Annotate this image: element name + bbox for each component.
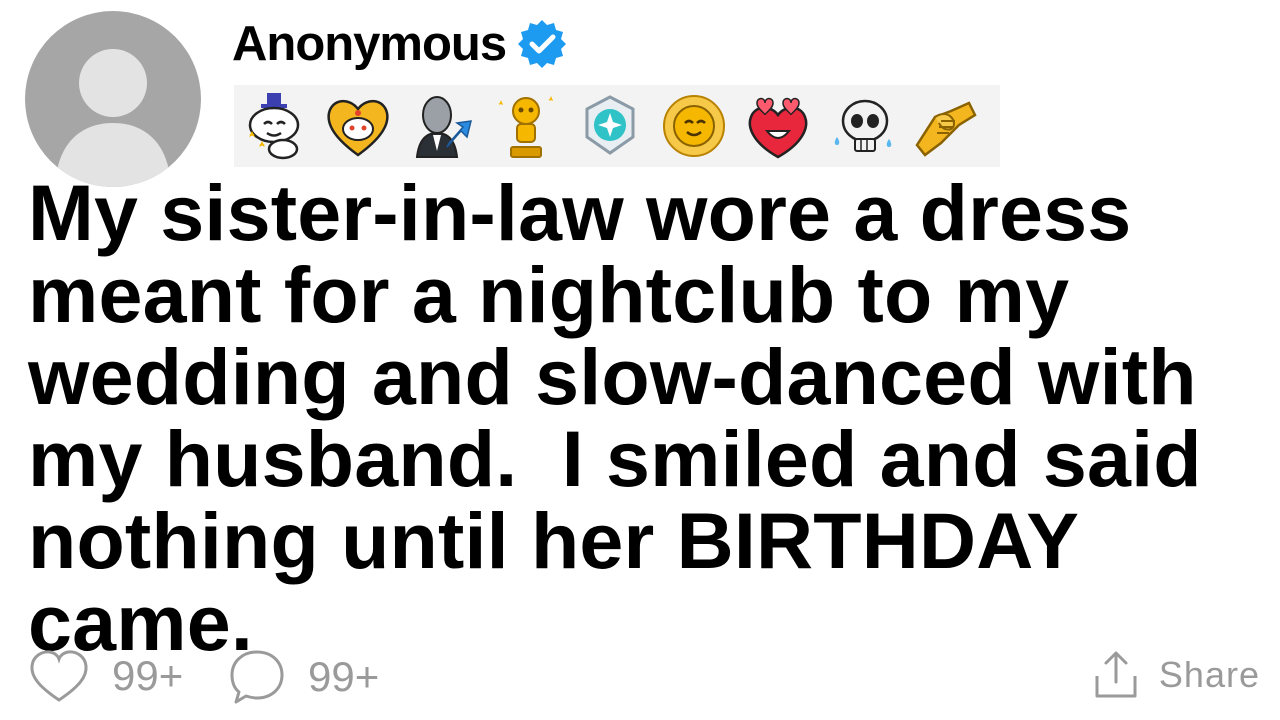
platinum-award-icon[interactable] [572,88,648,164]
top-hat-snoo-award-icon[interactable] [236,88,312,164]
share-icon [1095,651,1137,698]
handshake-award-icon[interactable] [908,88,984,164]
comment-bubble-icon[interactable] [228,648,286,706]
gold-trophy-snoo-award-icon[interactable] [488,88,564,164]
verified-badge-icon [518,20,567,68]
stonks-award-icon[interactable] [404,88,480,164]
post-card: Anonymous My sister-in-law wore a dress … [0,0,1280,720]
awards-strip [234,85,1000,167]
heart-icon[interactable] [28,648,90,704]
default-user-icon [55,49,171,187]
heart-snoo-award-icon[interactable] [320,88,396,164]
username[interactable]: Anonymous [232,19,507,69]
sun-face-award-icon[interactable] [656,88,732,164]
heart-eyes-award-icon[interactable] [740,88,816,164]
author-row: Anonymous [232,14,568,74]
post-title: My sister-in-law wore a dress meant for … [28,168,1224,667]
crying-skull-award-icon[interactable] [824,88,900,164]
share-label: Share [1158,654,1260,695]
like-stat[interactable]: 99+ [28,648,183,704]
avatar[interactable] [25,11,201,187]
comment-stat[interactable]: 99+ [228,648,379,706]
like-count: 99+ [112,652,184,699]
post-footer: 99+ 99+ Share [0,640,1280,720]
comment-count: 99+ [308,653,380,700]
share-button[interactable]: Share [1093,650,1260,700]
